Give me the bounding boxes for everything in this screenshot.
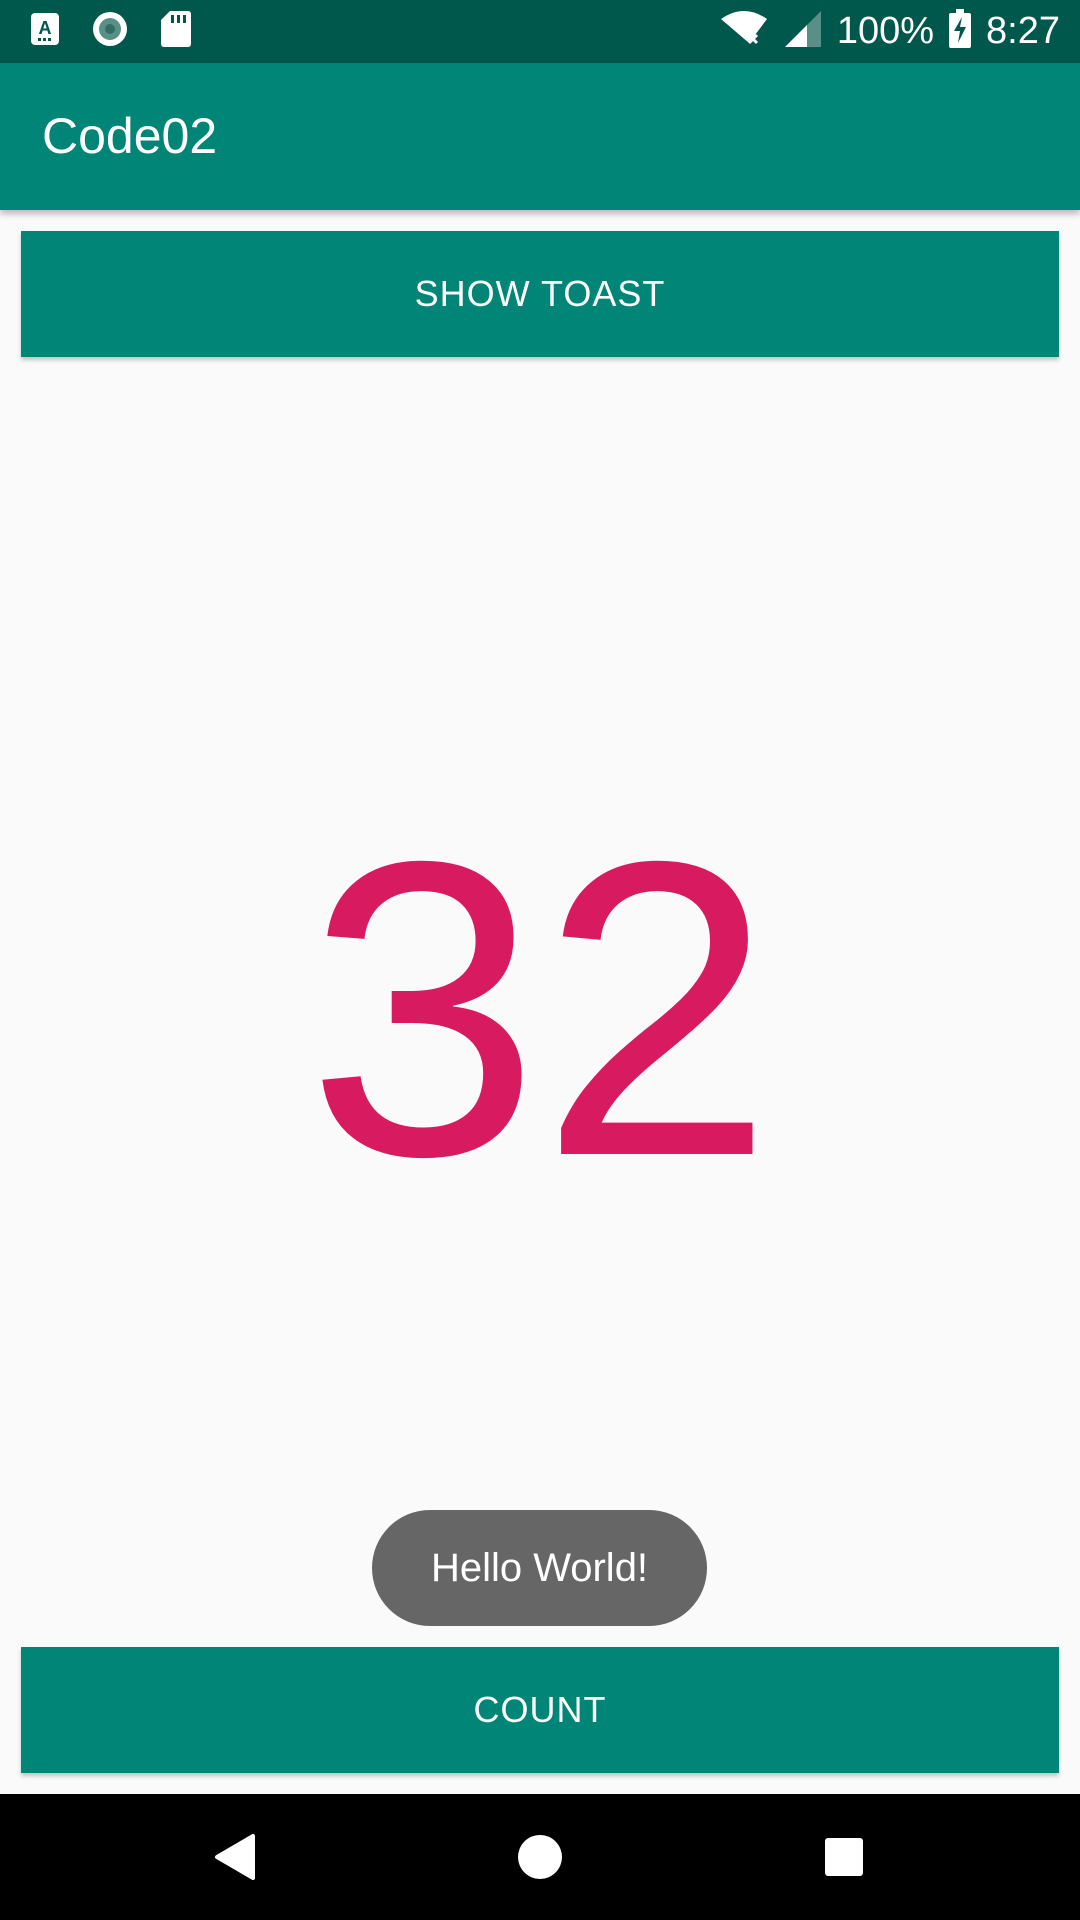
status-right-icons: 100% 8:27: [719, 0, 1060, 63]
sd-card-icon: [160, 10, 192, 53]
toast-message: Hello World!: [372, 1510, 707, 1626]
navigation-bar: [0, 1794, 1080, 1920]
svg-text:A: A: [39, 18, 52, 38]
count-button[interactable]: COUNT: [21, 1647, 1059, 1773]
text-a-notification-icon: A: [30, 12, 60, 51]
home-icon[interactable]: [490, 1794, 590, 1920]
battery-charging-icon: [948, 9, 972, 54]
show-toast-button[interactable]: SHOW TOAST: [21, 231, 1059, 357]
battery-percent: 100%: [836, 10, 935, 52]
count-display: 32: [306, 775, 774, 1244]
status-left-icons: A: [30, 0, 192, 63]
cell-signal-icon: [783, 9, 823, 54]
back-icon[interactable]: [186, 1794, 286, 1920]
recents-icon[interactable]: [794, 1794, 894, 1920]
status-bar: A 100% 8:27: [0, 0, 1080, 63]
clock: 8:27: [986, 10, 1060, 52]
app-title: Code02: [42, 108, 218, 164]
radio-record-icon: [90, 9, 130, 54]
wifi-no-internet-icon: [719, 9, 769, 54]
app-bar: Code02: [0, 63, 1080, 210]
